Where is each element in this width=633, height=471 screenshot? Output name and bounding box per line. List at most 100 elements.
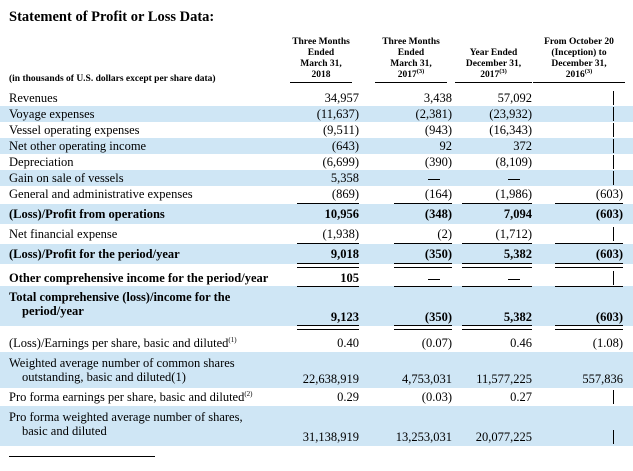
- nil-dash-mark: [613, 91, 614, 105]
- column-header-line: Ended: [290, 48, 352, 59]
- value-cell: 34,957: [324, 91, 359, 105]
- double-underline: [555, 325, 623, 330]
- column-header-text: 2017: [480, 70, 500, 80]
- column-header-text: Ended: [397, 48, 425, 58]
- value-cell: 4,753,031: [402, 372, 452, 386]
- single-underline: [394, 203, 452, 204]
- column-header-text: December 31,: [465, 59, 522, 69]
- row-label-text: General and administrative expenses: [9, 187, 193, 201]
- row-label: Depreciation: [9, 155, 74, 169]
- value-cell: 5,358: [330, 171, 359, 185]
- nil-dash-mark: [613, 123, 614, 137]
- row-label: (Loss)/Earnings per share, basic and dil…: [9, 336, 237, 350]
- value-cell: (603): [595, 247, 623, 261]
- nil-dash-mark: [613, 271, 614, 285]
- double-underline: [555, 263, 623, 268]
- value-cell: (0.07): [421, 336, 452, 350]
- footnote-ref: (3): [499, 67, 507, 75]
- single-underline: [462, 243, 532, 244]
- row-label-text: Vessel operating expenses: [9, 123, 140, 137]
- double-underline: [462, 263, 532, 268]
- nil-dash-mark: [613, 155, 614, 169]
- row-label-text: Voyage expenses: [9, 107, 95, 121]
- value-cell: (8,109): [495, 155, 532, 169]
- column-header-line: March 31,: [290, 59, 352, 70]
- row-label: Voyage expenses: [9, 107, 95, 121]
- table-row: Gain on sale of vessels5,358———: [0, 170, 633, 186]
- single-underline: [555, 203, 623, 204]
- row-label-continuation: period/year: [22, 304, 84, 318]
- table-row: Net financial expense(1,938)(2)(1,712)—: [0, 226, 633, 242]
- table-row: Vessel operating expenses (9,511) (943) (16…: [0, 122, 633, 138]
- value-cell: (16,343): [489, 123, 532, 137]
- single-underline: [462, 203, 532, 204]
- table-row: Voyage expenses(11,637)(2,381)(23,932)—: [0, 106, 633, 122]
- row-label-text: Total comprehensive (loss)/income for th…: [9, 290, 231, 304]
- nil-dash-mark: [613, 430, 614, 444]
- nil-dash-mark: [508, 279, 520, 280]
- column-header-line: From October 20: [533, 37, 625, 48]
- nil-dash-mark: [613, 171, 614, 185]
- column-header-line: December 31,: [455, 59, 532, 70]
- row-label-continuation: basic and diluted: [22, 424, 107, 438]
- single-underline: [394, 243, 452, 244]
- value-cell: 0.27: [510, 390, 532, 404]
- column-header-line: Three Months: [375, 37, 447, 48]
- row-label-text: (Loss)/Profit for the period/year: [9, 247, 180, 261]
- value-cell: 5,382: [503, 310, 532, 324]
- column-header-text: March 31,: [300, 59, 342, 69]
- table-row: Pro forma earnings per share, basic and …: [0, 388, 633, 406]
- value-cell: (348): [424, 207, 452, 221]
- table-row: (Loss)/Earnings per share, basic and dil…: [0, 334, 633, 352]
- value-cell: (603): [595, 310, 623, 324]
- table-row: Revenues34,9573,43857,092—: [0, 90, 633, 106]
- value-cell: (943): [424, 123, 452, 137]
- value-cell: 13,253,031: [395, 430, 452, 444]
- column-header-line: Year Ended: [455, 48, 532, 59]
- value-cell: 10,956: [324, 207, 359, 221]
- row-label: Vessel operating expenses: [9, 123, 140, 137]
- value-cell: (1,986): [495, 187, 532, 201]
- value-cell: (603): [595, 187, 623, 201]
- value-cell: 31,138,919: [302, 430, 359, 444]
- nil-dash-mark: [508, 179, 520, 180]
- column-header-line: 2018: [290, 70, 352, 81]
- column-header-line: March 31,: [375, 59, 447, 70]
- single-underline: [297, 203, 359, 204]
- value-cell: (1,938): [322, 227, 359, 241]
- table-title: Statement of Profit or Loss Data:: [9, 9, 215, 25]
- column-header-text: Three Months: [292, 37, 350, 47]
- table-row: Pro forma weighted average number of sha…: [0, 406, 633, 446]
- table-row: Other comprehensive income for the perio…: [0, 270, 633, 286]
- row-label: Revenues: [9, 91, 58, 105]
- row-label: Other comprehensive income for the perio…: [9, 271, 268, 285]
- row-label-text: Pro forma earnings per share, basic and …: [9, 390, 245, 404]
- footnote-separator: [9, 456, 155, 457]
- nil-dash-mark: [613, 227, 614, 241]
- single-underline: [555, 286, 623, 287]
- nil-dash-mark: [613, 390, 614, 404]
- footnote-ref: (2): [244, 389, 253, 398]
- row-label: Weighted average number of common shares…: [9, 356, 235, 384]
- column-header-line: 2016(3): [533, 68, 625, 81]
- column-header-line: 2017(3): [375, 68, 447, 81]
- row-label-text: Pro forma weighted average number of sha…: [9, 410, 243, 424]
- row-label-text: Weighted average number of common shares: [9, 356, 235, 370]
- value-cell: (2,381): [415, 107, 452, 121]
- column-header-line: (Inception) to: [533, 48, 625, 59]
- value-cell: 5,382: [503, 247, 532, 261]
- row-label: (Loss)/Profit for the period/year: [9, 247, 180, 261]
- nil-dash-mark: [428, 279, 440, 280]
- double-underline: [394, 263, 452, 268]
- value-cell: (1.08): [592, 336, 623, 350]
- row-label-text: Revenues: [9, 91, 58, 105]
- column-header-text: Ended: [307, 48, 335, 58]
- double-underline: [297, 325, 359, 330]
- row-label: General and administrative expenses: [9, 187, 193, 201]
- value-cell: (23,932): [489, 107, 532, 121]
- value-cell: (11,637): [316, 107, 359, 121]
- double-underline: [462, 325, 532, 330]
- row-label-text: Net financial expense: [9, 227, 118, 241]
- footnote-ref: (1): [228, 335, 237, 344]
- value-cell: 105: [340, 271, 359, 285]
